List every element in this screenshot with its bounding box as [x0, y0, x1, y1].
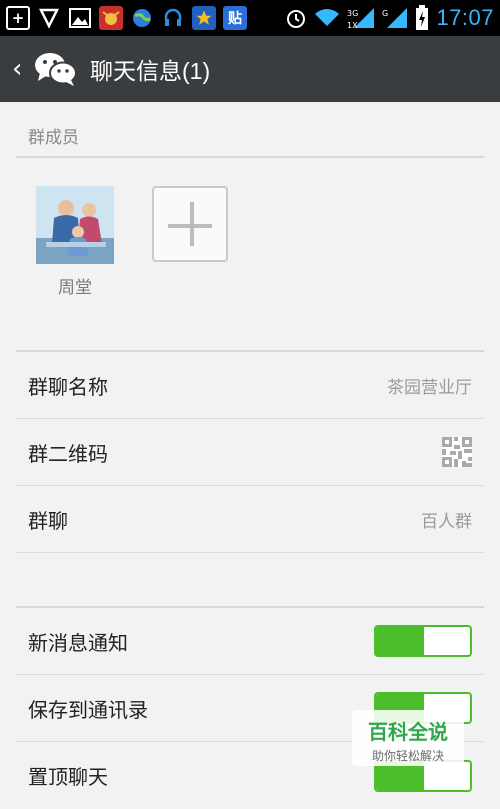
group-qrcode-row[interactable]: 群二维码	[16, 419, 484, 486]
group-qrcode-label: 群二维码	[28, 441, 108, 466]
member-avatar[interactable]	[36, 186, 114, 264]
alarm-icon	[287, 10, 306, 28]
signal-icon: G	[382, 8, 408, 28]
members-grid: 周堂	[16, 158, 484, 352]
add-member-button[interactable]	[152, 186, 228, 262]
wifi-icon	[315, 9, 340, 26]
image-icon	[68, 6, 92, 30]
notification-icons: + 贴	[6, 6, 247, 30]
new-message-notification-row: 新消息通知	[16, 608, 484, 675]
svg-text:3G: 3G	[347, 9, 358, 18]
member-item[interactable]: 周堂	[36, 186, 114, 298]
members-section-label: 群成员	[16, 102, 484, 158]
plus-square-icon: +	[6, 6, 30, 30]
new-message-notification-toggle[interactable]	[374, 625, 472, 657]
chat-info-content: 群成员 周堂 群聊名称 茶园营业厅 群二维码 群聊 百人群 新消息通知 保存到通…	[16, 102, 484, 809]
title-bar: ‹ 聊天信息(1)	[0, 36, 500, 102]
page-title: 聊天信息(1)	[90, 58, 211, 84]
group-type-label: 群聊	[28, 508, 68, 533]
ox-icon	[99, 6, 123, 30]
member-name: 周堂	[58, 278, 92, 298]
save-to-contacts-label: 保存到通讯录	[28, 697, 148, 722]
system-icons: 3G 1X G 17:07	[285, 5, 494, 31]
tieba-icon: 贴	[223, 6, 247, 30]
clock: 17:07	[436, 5, 494, 30]
section-divider	[16, 553, 484, 608]
pin-chat-label: 置顶聊天	[28, 765, 108, 789]
baike-watermark: 百科全说 助你轻松解决	[352, 710, 464, 766]
group-name-value: 茶园营业厅	[387, 377, 472, 398]
watermark-title: 百科全说	[368, 720, 448, 744]
group-type-value: 百人群	[421, 511, 472, 532]
star-icon	[192, 6, 216, 30]
wechat-logo-icon	[34, 51, 78, 87]
watermark-subtitle: 助你轻松解决	[371, 749, 444, 763]
shield-icon	[37, 6, 61, 30]
globe-icon	[130, 6, 154, 30]
back-button[interactable]: ‹	[12, 54, 26, 84]
svg-text:G: G	[382, 9, 388, 18]
status-bar: + 贴 3G 1X G 17:07	[0, 0, 500, 36]
headset-icon	[161, 6, 185, 30]
battery-icon	[416, 5, 429, 30]
new-message-notification-label: 新消息通知	[28, 630, 128, 655]
group-name-row[interactable]: 群聊名称 茶园营业厅	[16, 352, 484, 419]
group-name-label: 群聊名称	[28, 374, 108, 399]
svg-text:1X: 1X	[347, 21, 358, 30]
group-type-row[interactable]: 群聊 百人群	[16, 486, 484, 553]
qrcode-icon	[442, 437, 472, 467]
signal-3g-icon: 3G1X	[347, 8, 375, 30]
